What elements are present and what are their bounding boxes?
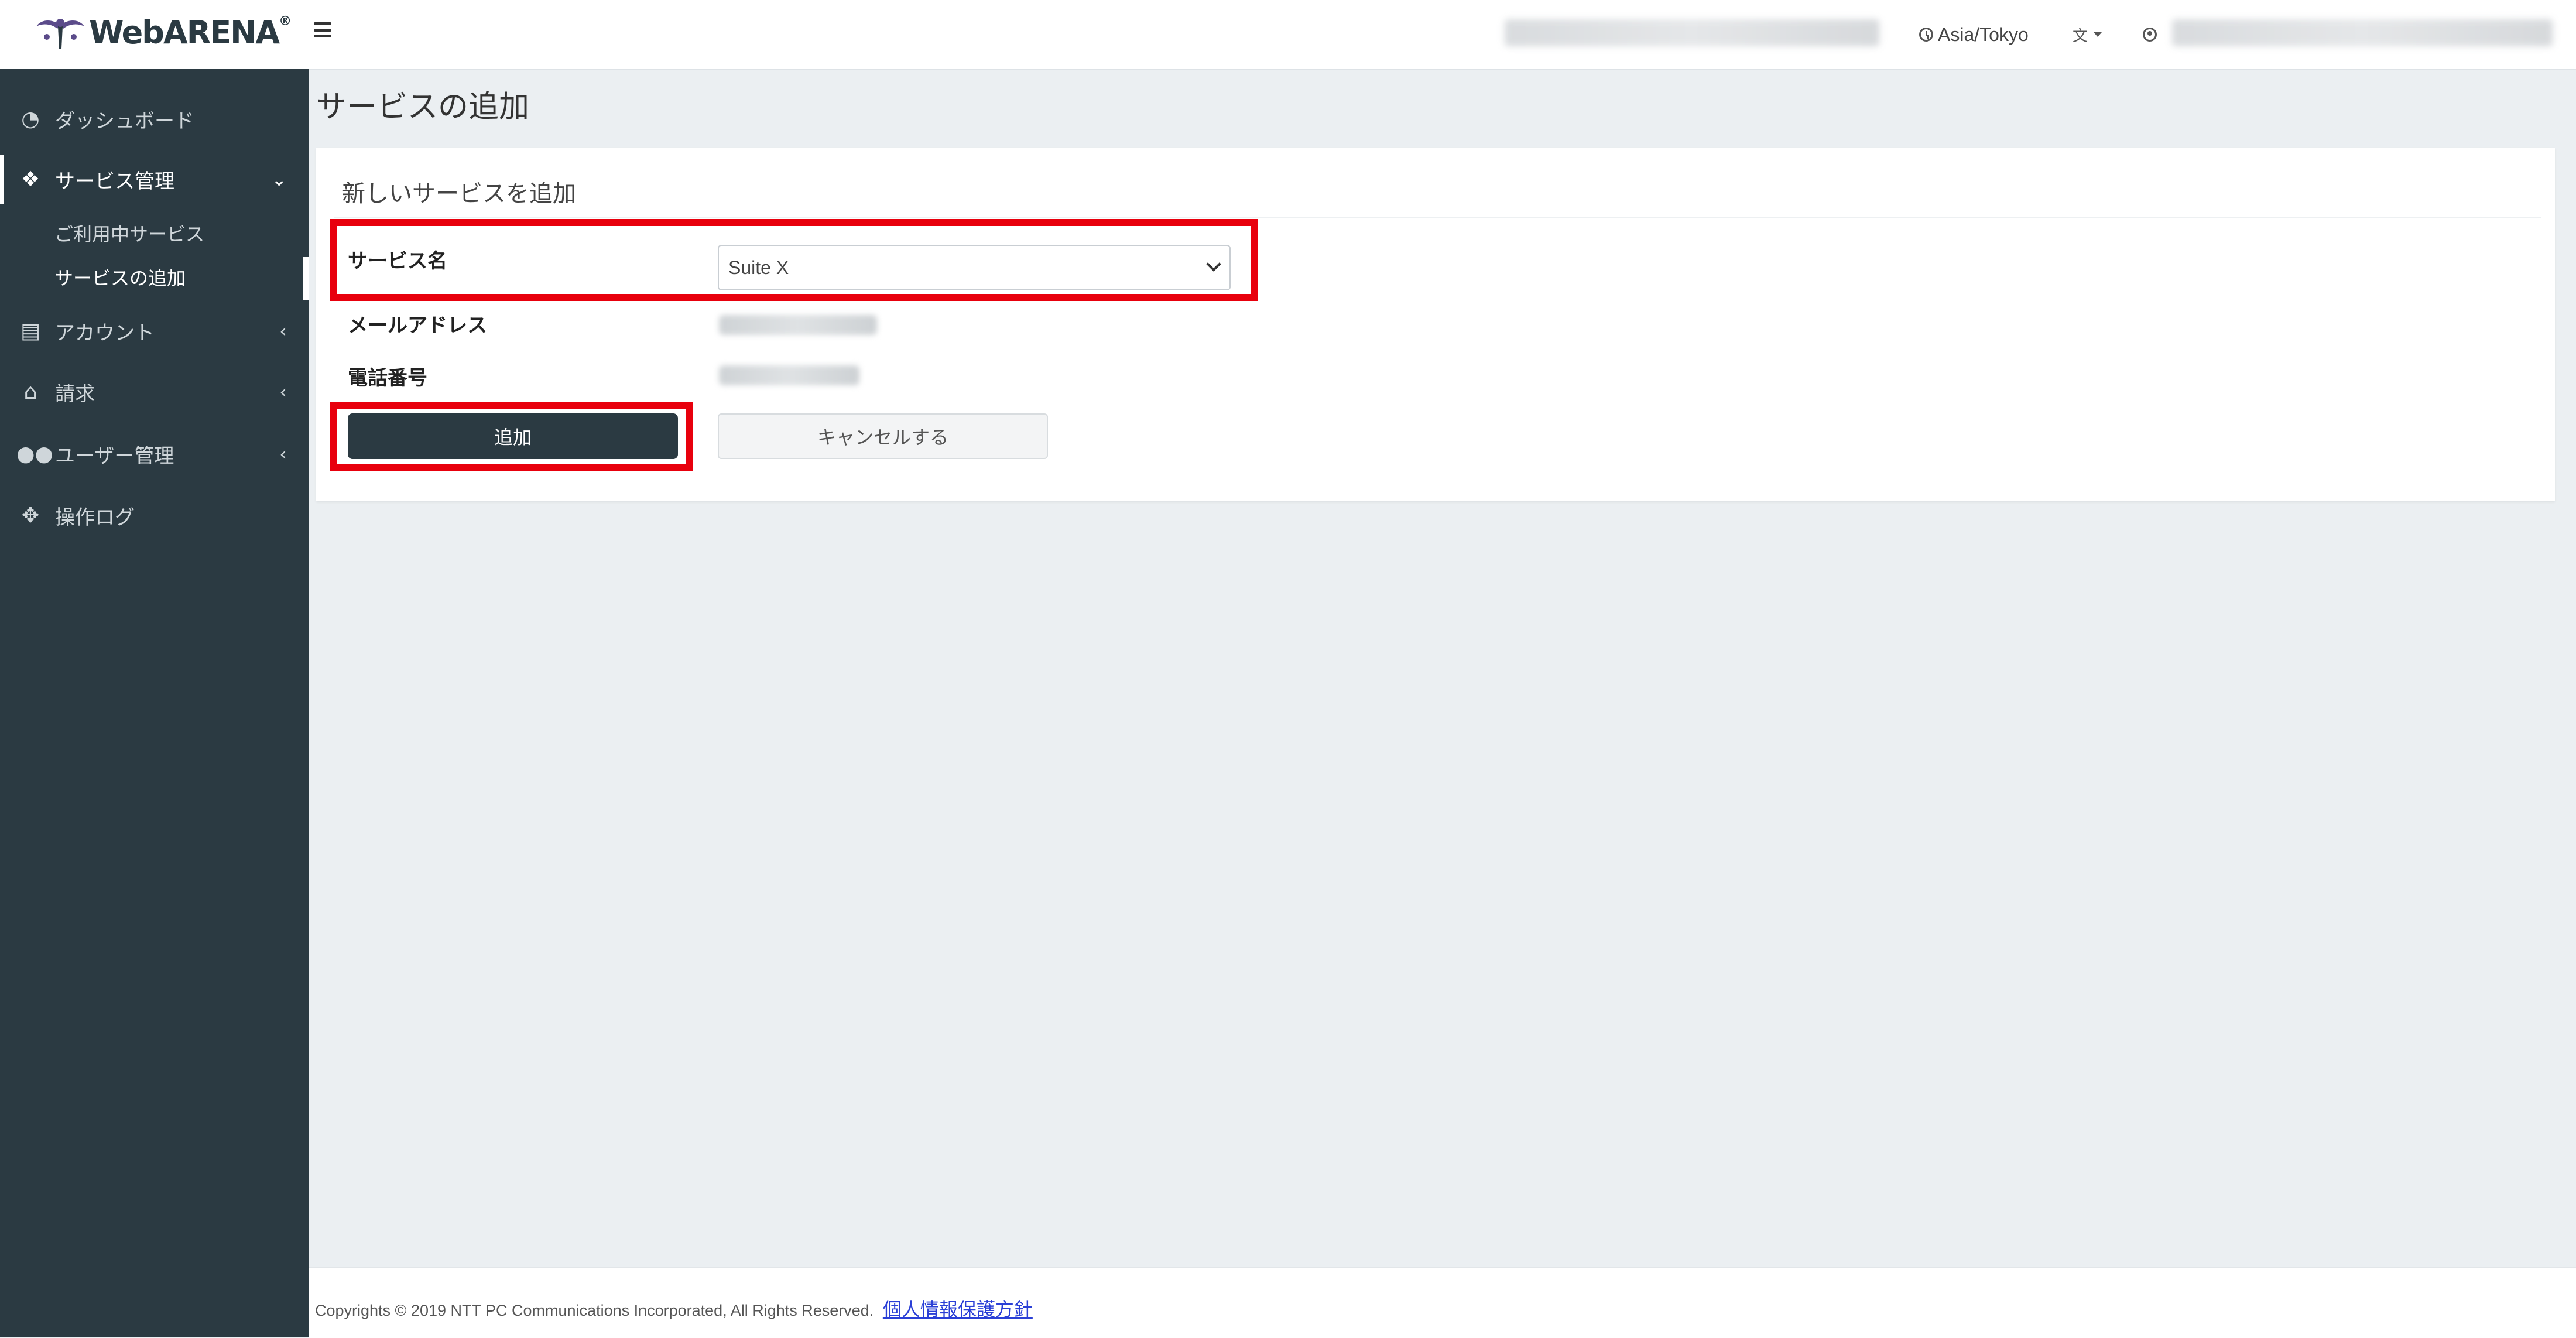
- highlight-add-button: [330, 402, 693, 471]
- timezone-label: Asia/Tokyo: [1938, 23, 2029, 45]
- page-title: サービスの追加: [316, 90, 530, 125]
- phone-label: 電話番号: [348, 367, 427, 390]
- user-name-redacted[interactable]: [2172, 19, 2553, 46]
- users-icon: ●●: [16, 442, 53, 466]
- email-label: メールアドレス: [348, 314, 487, 337]
- cubes-icon: ❖: [20, 167, 40, 191]
- phone-value-redacted: [719, 365, 859, 385]
- logo-text: WebARENA®: [89, 13, 292, 51]
- sidebar-item-operation-log[interactable]: ✥ 操作ログ: [0, 491, 309, 540]
- chevron-left-icon: ‹: [279, 320, 287, 342]
- webarena-logo[interactable]: WebARENA®: [34, 12, 292, 53]
- privacy-policy-link[interactable]: 個人情報保護方針: [883, 1298, 1033, 1320]
- sidebar-item-label: ユーザー管理: [55, 444, 174, 468]
- id-card-icon: ▤: [20, 319, 40, 343]
- email-value-redacted: [719, 315, 877, 335]
- sidebar-item-label: ダッシュボード: [55, 109, 194, 133]
- footer: Copyrights © 2019 NTT PC Communications …: [309, 1267, 2576, 1338]
- chevron-left-icon: ‹: [279, 381, 287, 403]
- footer-text: Copyrights © 2019 NTT PC Communications …: [315, 1295, 1033, 1322]
- copyright-text: Copyrights © 2019 NTT PC Communications …: [315, 1302, 874, 1319]
- bank-icon: ⌂: [23, 379, 37, 404]
- active-item-marker: [303, 257, 309, 300]
- user-menu[interactable]: [2143, 18, 2161, 52]
- card-title: 新しいサービスを追加: [342, 180, 576, 207]
- cancel-button[interactable]: キャンセルする: [718, 413, 1048, 459]
- sidebar-item-label: アカウント: [55, 321, 155, 345]
- sidebar-item-billing[interactable]: ⌂ 請求 ‹: [0, 367, 309, 416]
- sidebar-item-label: サービス管理: [55, 169, 174, 193]
- company-name-redacted[interactable]: [1505, 19, 1879, 46]
- chevron-down-icon: [2094, 32, 2102, 37]
- sidebar-subitem-add-service[interactable]: サービスの追加: [54, 264, 186, 290]
- clock-icon: [1919, 28, 1933, 42]
- sidebar-item-account[interactable]: ▤ アカウント ‹: [0, 306, 309, 355]
- user-circle-icon: [2143, 28, 2157, 42]
- card-divider: [334, 217, 2541, 218]
- sidebar-item-label: 操作ログ: [55, 505, 135, 529]
- highlight-service-name: [330, 219, 1258, 301]
- sidebar-item-dashboard[interactable]: ◔ ダッシュボード: [0, 94, 309, 143]
- chevron-left-icon: ‹: [279, 443, 287, 465]
- sidebar-item-user-management[interactable]: ●● ユーザー管理 ‹: [0, 429, 309, 478]
- sidebar-subitem-services-in-use[interactable]: ご利用中サービス: [54, 220, 204, 247]
- logo-mark-icon: [36, 19, 84, 49]
- sidebar-item-label: 請求: [55, 382, 95, 406]
- menu-toggle-icon[interactable]: [314, 22, 331, 37]
- timezone-indicator: Asia/Tokyo: [1919, 18, 2029, 52]
- chevron-down-icon: ⌄: [271, 168, 287, 190]
- sidebar: ◔ ダッシュボード ❖ サービス管理 ⌄ ご利用中サービス サービスの追加 ▤ …: [0, 69, 309, 1337]
- dashboard-icon: ◔: [21, 107, 40, 131]
- top-header: WebARENA® Asia/Tokyo 文: [0, 0, 2576, 70]
- language-dropdown[interactable]: 文: [2073, 18, 2102, 52]
- sidebar-item-service-management[interactable]: ❖ サービス管理 ⌄: [0, 155, 309, 204]
- language-icon: 文: [2073, 26, 2088, 45]
- crosshairs-icon: ✥: [21, 503, 40, 528]
